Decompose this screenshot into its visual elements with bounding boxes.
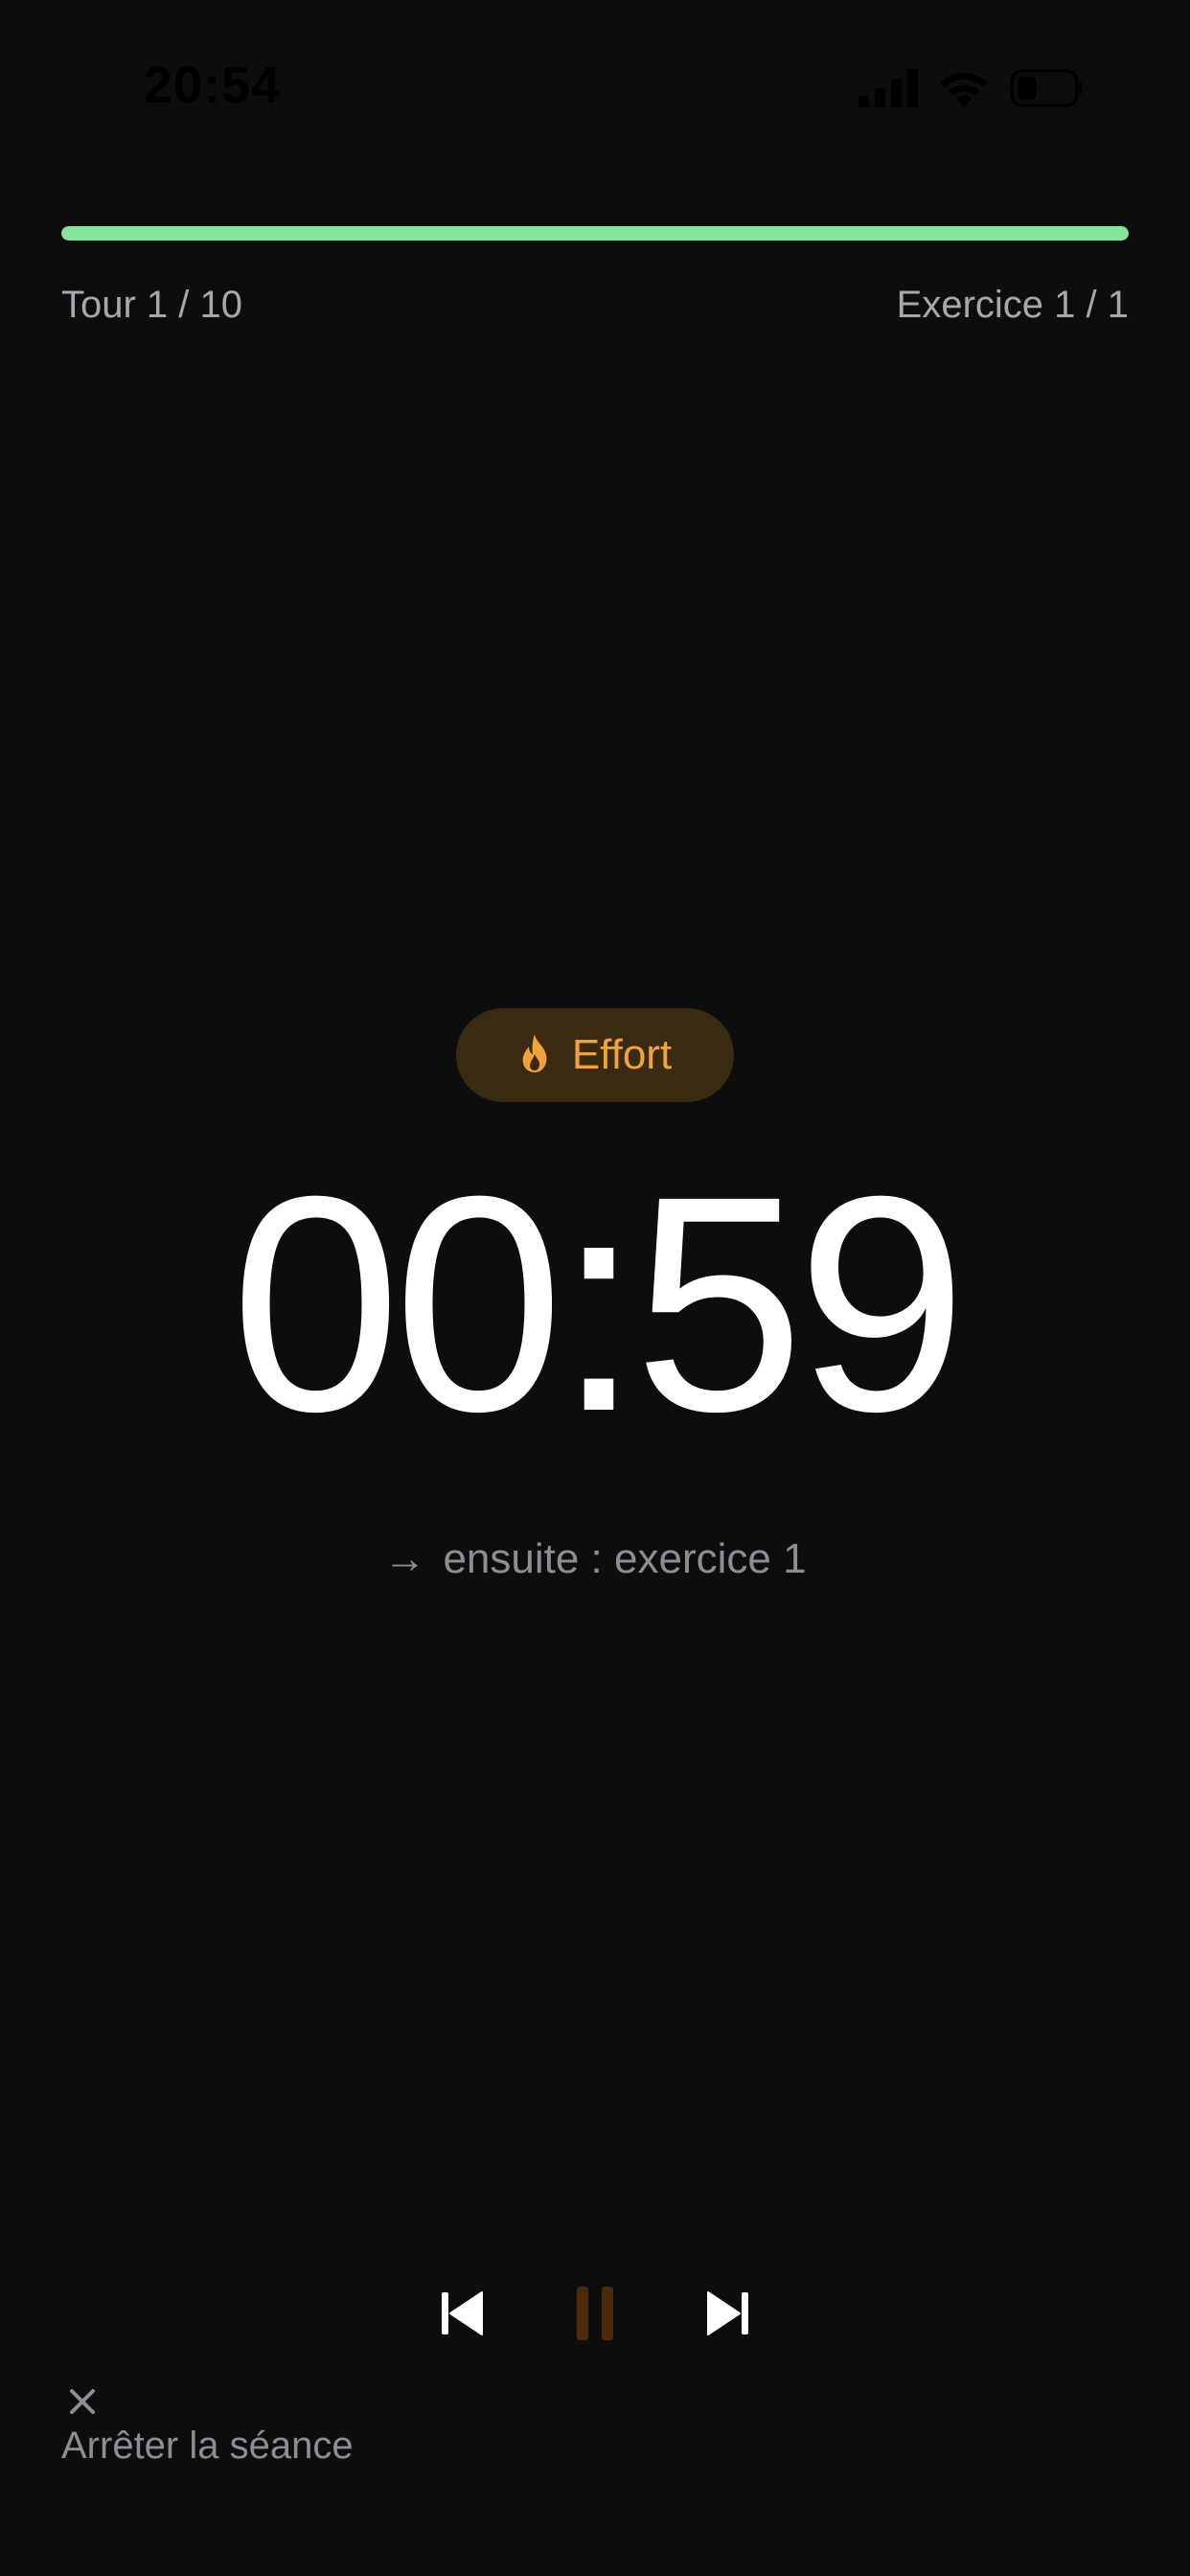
flame-icon bbox=[518, 1033, 551, 1078]
session-progress-fill bbox=[61, 226, 1129, 241]
next-button[interactable] bbox=[690, 2277, 767, 2354]
previous-icon bbox=[440, 2289, 484, 2342]
next-icon bbox=[706, 2289, 750, 2342]
playback-controls bbox=[0, 2277, 1190, 2354]
arrow-right-icon: → bbox=[383, 1535, 426, 1582]
wifi-icon bbox=[937, 67, 991, 107]
signal-icon bbox=[858, 69, 918, 107]
stop-session-button[interactable]: Arrêter la séance bbox=[61, 2425, 354, 2468]
phase-badge: Effort bbox=[456, 1008, 734, 1102]
status-time: 20:54 bbox=[144, 57, 282, 114]
countdown-timer: 00:59 bbox=[230, 1132, 968, 1475]
status-icons bbox=[858, 67, 1085, 107]
round-counter: Tour 1 / 10 bbox=[61, 284, 243, 326]
exercise-counter: Exercice 1 / 1 bbox=[896, 284, 1129, 326]
status-bar: 20:54 bbox=[0, 0, 1190, 172]
next-exercise-hint: → ensuite : exercice 1 bbox=[0, 1535, 1190, 1583]
previous-button[interactable] bbox=[423, 2277, 500, 2354]
pause-button[interactable] bbox=[557, 2277, 633, 2354]
battery-icon bbox=[1010, 69, 1085, 107]
session-progress-bar bbox=[61, 226, 1129, 241]
close-icon[interactable] bbox=[63, 2382, 102, 2421]
phase-label: Effort bbox=[571, 1031, 673, 1078]
next-exercise-text: ensuite : exercice 1 bbox=[443, 1535, 807, 1582]
pause-icon bbox=[575, 2285, 615, 2347]
